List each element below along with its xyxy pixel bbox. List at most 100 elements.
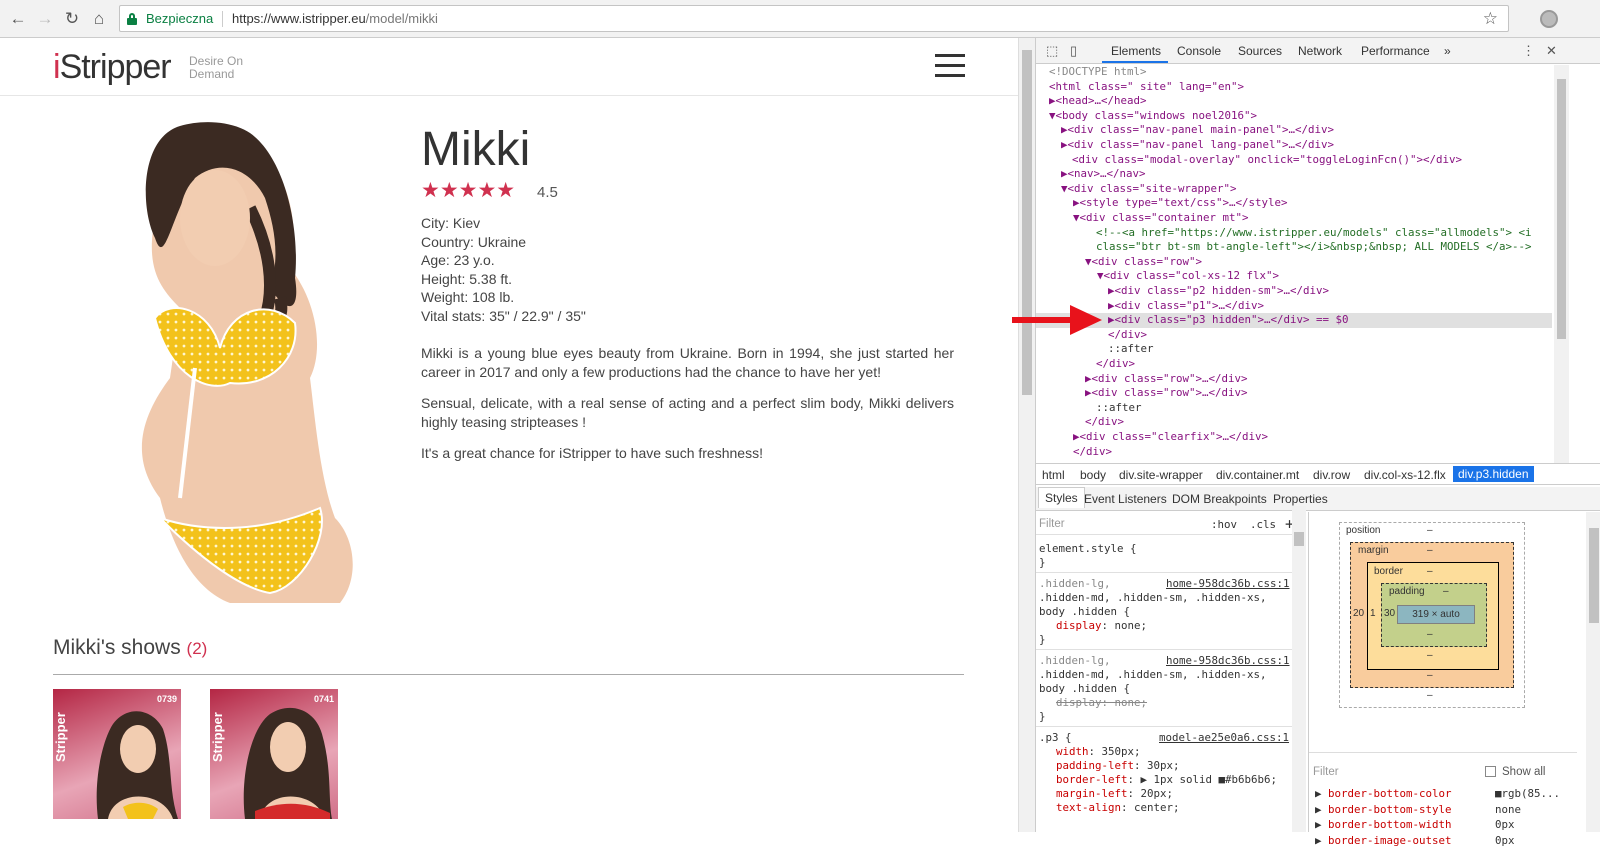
tab-event-listeners[interactable]: Event Listeners [1084, 492, 1167, 506]
dom-node[interactable]: ▶<style type="text/css">…</style> [1073, 196, 1288, 211]
computed-property[interactable]: ▶ border-bottom-width 0px [1315, 817, 1515, 833]
style-rule-selector: element.style { [1039, 542, 1137, 555]
device-toolbar-icon[interactable]: ▯ [1070, 43, 1077, 59]
close-devtools-icon[interactable]: ✕ [1546, 43, 1557, 59]
dom-node[interactable]: <html class=" site" lang="en"> [1049, 80, 1244, 95]
dom-node[interactable]: </div> [1096, 357, 1135, 372]
dom-node[interactable]: ▶<div class="row">…</div> [1085, 372, 1248, 387]
devtools-tabbar: ⬚ ▯ Elements Console Sources Network Per… [1036, 38, 1600, 64]
tab-dom-breakpoints[interactable]: DOM Breakpoints [1172, 492, 1267, 506]
styles-scrollbar[interactable] [1292, 506, 1306, 832]
prop-value: center; [1134, 801, 1180, 814]
breadcrumb-item[interactable]: body [1080, 468, 1106, 482]
tab-console[interactable]: Console [1177, 44, 1221, 58]
tab-styles[interactable]: Styles [1038, 487, 1085, 508]
selected-dom-node[interactable]: ▶<div class="p3 hidden">…</div> == $0 [1036, 313, 1552, 328]
address-bar[interactable]: Bezpieczna https://www.istripper.eu/mode… [119, 5, 1509, 32]
breadcrumb-item[interactable]: div.container.mt [1216, 468, 1299, 482]
tab-properties[interactable]: Properties [1273, 492, 1328, 506]
box-model-scrollbar[interactable] [1586, 512, 1600, 832]
dom-node[interactable]: ▶<div class="row">…</div> [1085, 386, 1248, 401]
dom-comment[interactable]: class="btr bt-sm bt-angle-left"></i>&nbs… [1096, 240, 1532, 255]
inspect-element-icon[interactable]: ⬚ [1046, 43, 1058, 59]
dom-comment[interactable]: <!--<a href="https://www.istripper.eu/mo… [1096, 226, 1532, 241]
breadcrumb-item[interactable]: div.col-xs-12.flx [1364, 468, 1446, 482]
dom-node[interactable]: </div> [1073, 445, 1112, 460]
tab-sources[interactable]: Sources [1238, 44, 1282, 58]
computed-filter-input[interactable]: Filter [1313, 766, 1339, 778]
dom-node[interactable]: ▼<div class="site-wrapper"> [1061, 182, 1237, 197]
prop-name: border-bottom-width [1328, 818, 1452, 832]
dom-node[interactable]: ▶<div class="nav-panel main-panel">…</di… [1061, 123, 1334, 138]
style-declaration[interactable]: border-left: ▶ 1px solid ■#b6b6b6; [1056, 773, 1277, 786]
style-source-link[interactable]: model-ae25e0a6.css:1 [1159, 731, 1289, 744]
dom-node[interactable]: ▶<div class="p2 hidden-sm">…</div> [1108, 284, 1329, 299]
dom-node[interactable]: ▶<div class="clearfix">…</div> [1073, 430, 1268, 445]
breadcrumb-item[interactable]: html [1042, 468, 1065, 482]
style-declaration[interactable]: display: none; [1056, 619, 1147, 632]
style-source-link[interactable]: home-958dc36b.css:1 [1166, 577, 1290, 590]
elements-scrollbar[interactable] [1554, 65, 1569, 463]
tab-elements[interactable]: Elements [1111, 44, 1161, 58]
dom-node[interactable]: </div> [1085, 415, 1124, 430]
url-host: https://www.istripper.eu [232, 11, 366, 26]
dom-pseudo[interactable]: ::after [1096, 401, 1142, 416]
prop-name: margin-left [1056, 787, 1128, 800]
rating-value: 4.5 [537, 184, 558, 201]
hov-toggle[interactable]: :hov .cls [1211, 518, 1276, 531]
dom-node[interactable]: ▶<div class="p1">…</div> [1108, 299, 1264, 314]
breadcrumb-item[interactable]: div.row [1313, 468, 1350, 482]
dom-node[interactable]: <!DOCTYPE html> [1049, 65, 1147, 80]
more-tabs-icon[interactable]: » [1444, 44, 1451, 58]
back-icon[interactable]: ← [8, 9, 28, 29]
fact-age: Age: 23 y.o. [421, 252, 495, 269]
computed-property[interactable]: ▶ border-bottom-color ■rgb(85... [1315, 786, 1560, 802]
istripper-logo[interactable]: iStripper [53, 48, 172, 87]
computed-property[interactable]: ▶ border-image-outset 0px [1315, 833, 1515, 848]
forward-icon[interactable]: → [35, 9, 55, 29]
style-rule-selector: .hidden-lg, home-958dc36b.css:1 [1039, 654, 1294, 667]
style-source-link[interactable]: home-958dc36b.css:1 [1166, 654, 1290, 667]
show-card[interactable]: Stripper 0739 [53, 689, 181, 819]
show-card[interactable]: Stripper 0741 [210, 689, 338, 819]
dom-node[interactable]: </div> [1108, 328, 1147, 343]
home-icon[interactable]: ⌂ [89, 9, 109, 29]
styles-filter-input[interactable]: Filter [1039, 518, 1065, 530]
style-rule-selector: .p3 {model-ae25e0a6.css:1 [1039, 731, 1294, 744]
tab-network[interactable]: Network [1298, 44, 1342, 58]
margin-label: margin [1358, 545, 1389, 556]
show-all-checkbox[interactable] [1485, 766, 1496, 777]
tab-performance[interactable]: Performance [1361, 44, 1430, 58]
styles-pane: Filter :hov .cls + element.style { } .hi… [1036, 512, 1298, 832]
margin-top-value: – [1427, 545, 1433, 556]
url-path: /model/mikki [365, 11, 438, 26]
reload-icon[interactable]: ↻ [62, 9, 82, 29]
border-label: border [1374, 566, 1403, 577]
style-declaration[interactable]: padding-left: 30px; [1056, 759, 1180, 772]
hamburger-menu-icon[interactable] [935, 54, 965, 78]
kebab-menu-icon[interactable]: ⋮ [1522, 43, 1535, 59]
secure-label: Bezpieczna [146, 11, 214, 26]
bookmark-star-icon[interactable]: ☆ [1483, 9, 1498, 29]
dom-node[interactable]: ▼<div class="row"> [1085, 255, 1202, 270]
style-declaration[interactable]: margin-left: 20px; [1056, 787, 1173, 800]
breadcrumb-item[interactable]: div.site-wrapper [1119, 468, 1203, 482]
dom-node[interactable]: ▶<head>…</head> [1049, 94, 1147, 109]
dom-node[interactable]: ▶<nav>…</nav> [1061, 167, 1146, 182]
dom-node[interactable]: ▼<div class="container mt"> [1073, 211, 1249, 226]
computed-property[interactable]: ▶ border-bottom-style none [1315, 802, 1521, 818]
style-declaration[interactable]: width: 350px; [1056, 745, 1141, 758]
page-scrollbar[interactable] [1018, 38, 1035, 832]
dom-pseudo[interactable]: ::after [1108, 342, 1154, 357]
breadcrumb-current[interactable]: div.p3.hidden [1453, 466, 1534, 482]
profile-avatar[interactable] [1540, 10, 1558, 28]
dom-node[interactable]: ▶<div class="nav-panel lang-panel">…</di… [1061, 138, 1334, 153]
style-declaration[interactable]: text-align: center; [1056, 801, 1180, 814]
prop-name: text-align [1056, 801, 1122, 814]
dom-node[interactable]: <div class="modal-overlay" onclick="togg… [1072, 153, 1462, 168]
url-text[interactable]: https://www.istripper.eu/model/mikki [232, 11, 438, 26]
dom-node[interactable]: ▼<div class="col-xs-12 flx"> [1097, 269, 1279, 284]
model-facts: City: Kiev Country: Ukraine Age: 23 y.o.… [421, 214, 586, 326]
dom-node[interactable]: ▼<body class="windows noel2016"> [1049, 109, 1257, 124]
style-declaration-overridden[interactable]: display: none; [1056, 696, 1147, 709]
